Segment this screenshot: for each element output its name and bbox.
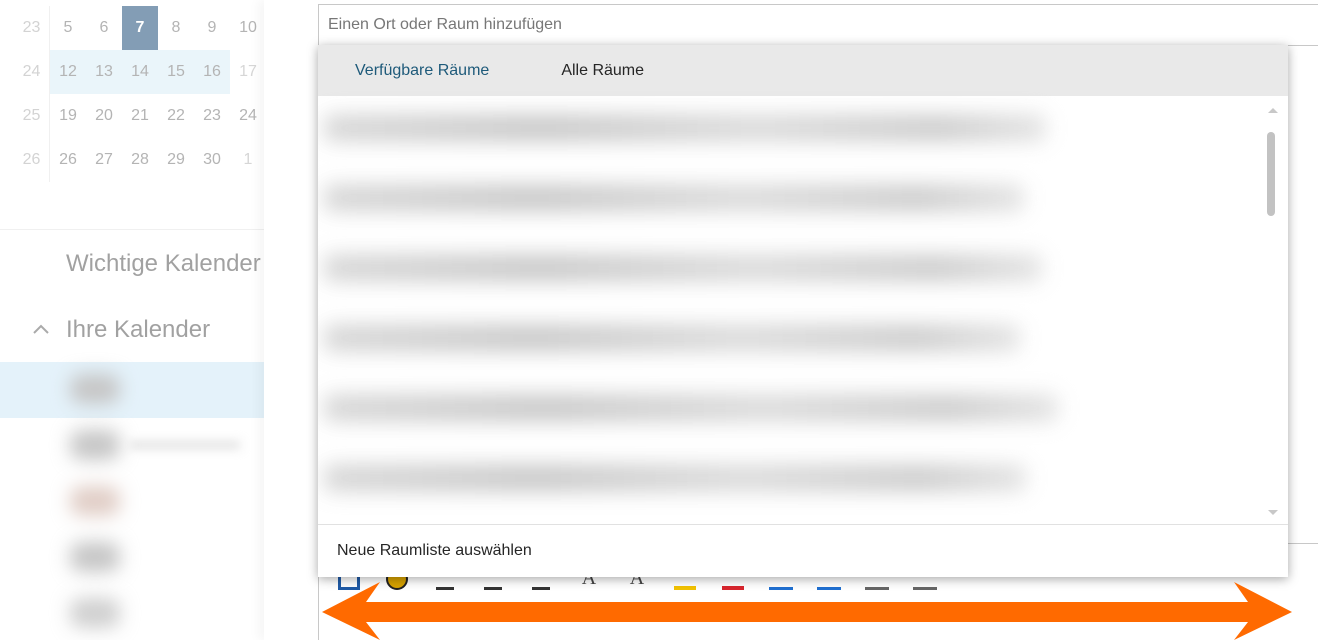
calendar-day[interactable]: 23 (194, 94, 230, 138)
calendar-day[interactable]: 29 (158, 138, 194, 182)
calendar-day[interactable]: 28 (122, 138, 158, 182)
editor-border (1288, 543, 1318, 544)
your-calendars-heading[interactable]: Ihre Kalender (66, 316, 210, 344)
sidebar-divider (0, 229, 264, 230)
redacted-room-name (324, 464, 1026, 492)
double-arrow-annotation (322, 582, 1292, 640)
calendar-day[interactable]: 22 (158, 94, 194, 138)
week-number: 26 (14, 138, 50, 182)
mini-calendar-week: 26 26 27 28 29 30 1 (14, 138, 264, 182)
redacted-calendar-icon (70, 598, 120, 628)
calendar-list-item[interactable] (0, 586, 264, 640)
room-finder-dropdown: Verfügbare Räume Alle Räume Neue Raumlis… (318, 45, 1288, 577)
location-input[interactable] (318, 4, 1318, 46)
week-number: 24 (14, 50, 50, 94)
calendar-sidebar: 23 5 6 7 8 9 10 24 12 13 14 15 16 17 25 … (0, 0, 264, 640)
calendar-day[interactable]: 15 (158, 50, 194, 94)
calendar-day-selected[interactable]: 7 (122, 6, 158, 50)
scroll-down-icon[interactable] (1268, 510, 1278, 515)
calendar-day[interactable]: 6 (86, 6, 122, 50)
week-number: 25 (14, 94, 50, 138)
mini-calendar: 23 5 6 7 8 9 10 24 12 13 14 15 16 17 25 … (14, 6, 264, 182)
calendar-day[interactable]: 13 (86, 50, 122, 94)
redacted-room-name (324, 114, 1046, 142)
calendar-day[interactable]: 9 (194, 6, 230, 50)
calendar-day[interactable]: 1 (230, 138, 264, 182)
chevron-up-icon[interactable] (32, 318, 50, 341)
calendar-day[interactable]: 14 (122, 50, 158, 94)
calendar-day[interactable]: 24 (230, 94, 264, 138)
calendar-day[interactable]: 16 (194, 50, 230, 94)
redacted-room-name (324, 184, 1024, 212)
calendar-day[interactable]: 20 (86, 94, 122, 138)
calendar-day[interactable]: 19 (50, 94, 86, 138)
redacted-calendar-icon (70, 430, 120, 460)
calendar-day[interactable]: 27 (86, 138, 122, 182)
calendar-day[interactable]: 12 (50, 50, 86, 94)
room-tabs: Verfügbare Räume Alle Räume (318, 45, 1288, 96)
mini-calendar-week: 23 5 6 7 8 9 10 (14, 6, 264, 50)
mini-calendar-week: 25 19 20 21 22 23 24 (14, 94, 264, 138)
calendar-day[interactable]: 26 (50, 138, 86, 182)
redacted-room-name (324, 394, 1058, 422)
redacted-calendar-name (130, 442, 240, 448)
calendar-day[interactable]: 30 (194, 138, 230, 182)
calendar-list-item[interactable] (0, 474, 264, 530)
mini-calendar-week: 24 12 13 14 15 16 17 (14, 50, 264, 94)
scroll-up-icon[interactable] (1268, 108, 1278, 113)
calendar-day[interactable]: 8 (158, 6, 194, 50)
room-list-scrollbar[interactable] (1264, 96, 1284, 523)
calendar-day[interactable]: 10 (230, 6, 264, 50)
tab-all-rooms[interactable]: Alle Räume (561, 62, 644, 80)
calendar-day[interactable]: 17 (230, 50, 264, 94)
calendar-list-item[interactable] (0, 362, 264, 418)
redacted-calendar-icon (70, 486, 120, 516)
calendar-day[interactable]: 5 (50, 6, 86, 50)
week-number: 23 (14, 6, 50, 50)
room-list (318, 96, 1288, 523)
calendar-list-item[interactable] (0, 418, 264, 474)
select-room-list-button[interactable]: Neue Raumliste auswählen (318, 524, 1288, 577)
tab-available-rooms[interactable]: Verfügbare Räume (355, 62, 489, 80)
calendar-day[interactable]: 21 (122, 94, 158, 138)
calendar-list (0, 362, 264, 640)
calendar-list-item[interactable] (0, 530, 264, 586)
redacted-room-name (324, 324, 1020, 352)
redacted-calendar-icon (70, 542, 120, 572)
redacted-room-name (324, 254, 1042, 282)
scrollbar-thumb[interactable] (1267, 132, 1275, 216)
important-calendars-heading[interactable]: Wichtige Kalender (66, 250, 261, 278)
redacted-calendar-icon (70, 374, 120, 404)
